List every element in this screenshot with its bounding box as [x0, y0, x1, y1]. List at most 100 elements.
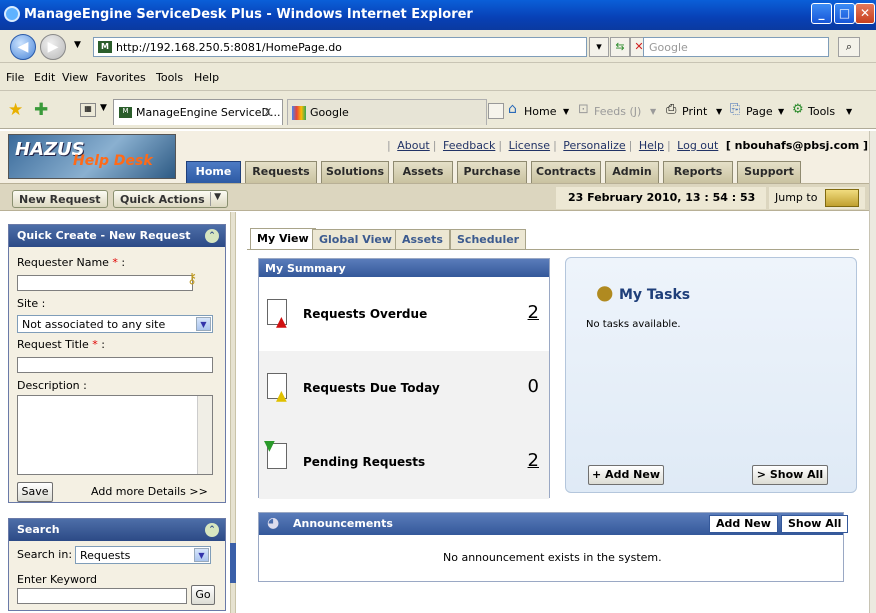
window-title: ManageEngine ServiceDesk Plus - Windows …: [24, 7, 473, 22]
menu-help[interactable]: Help: [194, 71, 219, 84]
save-button[interactable]: Save: [17, 482, 53, 502]
browser-tab-active[interactable]: M ManageEngine ServiceD... X: [113, 99, 283, 125]
tab-scheduler[interactable]: Scheduler: [450, 229, 527, 249]
feeds-button[interactable]: Feeds (J): [594, 105, 641, 118]
url-dropdown-icon[interactable]: ▾: [589, 37, 609, 57]
description-textarea[interactable]: [17, 395, 213, 475]
favorites-star-icon[interactable]: ★: [8, 100, 23, 120]
refresh-icon[interactable]: ⇆: [610, 37, 630, 57]
page-button[interactable]: Page: [746, 105, 773, 118]
announcements-panel: ◕ Announcements Add New Show All No anno…: [258, 512, 849, 582]
summary-label: Requests Overdue: [303, 307, 428, 321]
add-announcement-button[interactable]: Add New: [709, 515, 778, 533]
feeds-dropdown-icon[interactable]: ▼: [650, 107, 656, 116]
app-header: HAZUS Help Desk | About | Feedback | Licen…: [0, 131, 869, 183]
tab-contracts[interactable]: Contracts: [531, 161, 601, 183]
tools-button[interactable]: Tools: [808, 105, 835, 118]
minimize-button[interactable]: _: [811, 3, 832, 24]
add-favorite-icon[interactable]: ✚: [34, 100, 48, 120]
back-button[interactable]: ◀: [10, 34, 36, 60]
forward-button[interactable]: ▶: [40, 34, 66, 60]
tab-assets-view[interactable]: Assets: [395, 229, 450, 249]
page-scrollbar[interactable]: [869, 131, 876, 613]
requester-name-input[interactable]: [17, 275, 193, 291]
tab-purchase[interactable]: Purchase: [457, 161, 527, 183]
tab-home[interactable]: Home: [186, 161, 241, 183]
new-tab-button[interactable]: [488, 103, 504, 119]
keyword-label: Enter Keyword: [17, 573, 98, 586]
tab-assets[interactable]: Assets: [393, 161, 453, 183]
browser-tab-google[interactable]: Google: [287, 99, 487, 125]
add-more-details-link[interactable]: Add more Details >>: [91, 485, 208, 498]
search-input[interactable]: Google: [643, 37, 829, 57]
keyword-input[interactable]: [17, 588, 187, 604]
tab-requests[interactable]: Requests: [245, 161, 317, 183]
tab-solutions[interactable]: Solutions: [321, 161, 389, 183]
menu-view[interactable]: View: [62, 71, 88, 84]
summary-row-overdue[interactable]: ▲ Requests Overdue 2: [259, 277, 549, 351]
menu-favorites[interactable]: Favorites: [96, 71, 146, 84]
requester-label: Requester Name * :: [17, 256, 126, 269]
collapse-icon[interactable]: ⌃: [205, 523, 219, 537]
pending-count-link[interactable]: 2: [528, 450, 539, 471]
menu-edit[interactable]: Edit: [34, 71, 55, 84]
print-icon[interactable]: ⎙: [666, 102, 676, 117]
quick-actions-button[interactable]: Quick Actions ▼: [113, 190, 228, 208]
description-scrollbar[interactable]: [197, 396, 212, 474]
tab-global-view[interactable]: Global View: [312, 229, 399, 249]
collapse-icon[interactable]: ⌃: [205, 229, 219, 243]
history-dropdown-icon[interactable]: ▼: [74, 40, 81, 50]
menu-tools[interactable]: Tools: [156, 71, 183, 84]
summary-row-due-today[interactable]: ▲ Requests Due Today 0: [259, 351, 549, 425]
home-button[interactable]: Home: [524, 105, 556, 118]
feeds-icon: ⊡: [578, 102, 589, 117]
tab-list-icon[interactable]: ▼: [100, 103, 107, 113]
url-field[interactable]: M http://192.168.250.5:8081/HomePage.do: [93, 37, 587, 57]
menu-file[interactable]: File: [6, 71, 24, 84]
add-new-task-button[interactable]: + Add New: [588, 465, 664, 485]
tab-support[interactable]: Support: [737, 161, 801, 183]
close-tab-icon[interactable]: X: [264, 106, 272, 119]
jump-to-icon[interactable]: [825, 189, 859, 207]
home-dropdown-icon[interactable]: ▼: [563, 107, 569, 116]
page-icon[interactable]: ⎘: [730, 102, 740, 117]
jump-to[interactable]: Jump to: [769, 187, 865, 209]
go-button[interactable]: Go: [191, 585, 215, 605]
request-title-input[interactable]: [17, 357, 213, 373]
search-in-select[interactable]: Requests ▼: [75, 546, 211, 564]
overdue-document-icon: ▲: [267, 299, 287, 330]
new-request-button[interactable]: New Request: [12, 190, 108, 208]
personalize-link[interactable]: Personalize: [563, 139, 625, 152]
quick-tabs-icon[interactable]: ▦: [80, 103, 96, 117]
quick-actions-dropdown-icon[interactable]: ▼: [209, 192, 225, 206]
tools-gear-icon[interactable]: ⚙: [792, 102, 804, 117]
home-icon[interactable]: ⌂: [508, 101, 517, 117]
show-all-tasks-button[interactable]: > Show All: [752, 465, 828, 485]
logout-link[interactable]: Log out: [677, 139, 718, 152]
site-select[interactable]: Not associated to any site ▼: [17, 315, 213, 333]
search-icon[interactable]: ⌕: [838, 37, 860, 57]
help-link[interactable]: Help: [639, 139, 664, 152]
tab-my-view[interactable]: My View: [250, 228, 316, 250]
overdue-count-link[interactable]: 2: [528, 302, 539, 323]
show-all-announcements-button[interactable]: Show All: [781, 515, 849, 533]
splitter-collapse-handle[interactable]: [230, 543, 236, 583]
license-link[interactable]: License: [509, 139, 550, 152]
maximize-button[interactable]: □: [834, 3, 855, 24]
page-dropdown-icon[interactable]: ▼: [778, 107, 784, 116]
close-window-button[interactable]: ✕: [855, 3, 875, 24]
search-in-dropdown-icon[interactable]: ▼: [194, 548, 209, 562]
site-dropdown-icon[interactable]: ▼: [196, 317, 211, 331]
print-button[interactable]: Print: [682, 105, 707, 118]
tools-dropdown-icon[interactable]: ▼: [846, 107, 852, 116]
requester-lookup-icon[interactable]: ⚷: [187, 271, 209, 289]
summary-label: Pending Requests: [303, 455, 426, 469]
tab-admin[interactable]: Admin: [605, 161, 659, 183]
hazus-help-desk-logo[interactable]: HAZUS Help Desk: [8, 134, 176, 179]
summary-row-pending[interactable]: ▼ Pending Requests 2: [259, 425, 549, 499]
about-link[interactable]: About: [397, 139, 430, 152]
tab-reports[interactable]: Reports: [663, 161, 733, 183]
window-title-bar: ManageEngine ServiceDesk Plus - Windows …: [0, 0, 876, 30]
feedback-link[interactable]: Feedback: [443, 139, 495, 152]
print-dropdown-icon[interactable]: ▼: [716, 107, 722, 116]
